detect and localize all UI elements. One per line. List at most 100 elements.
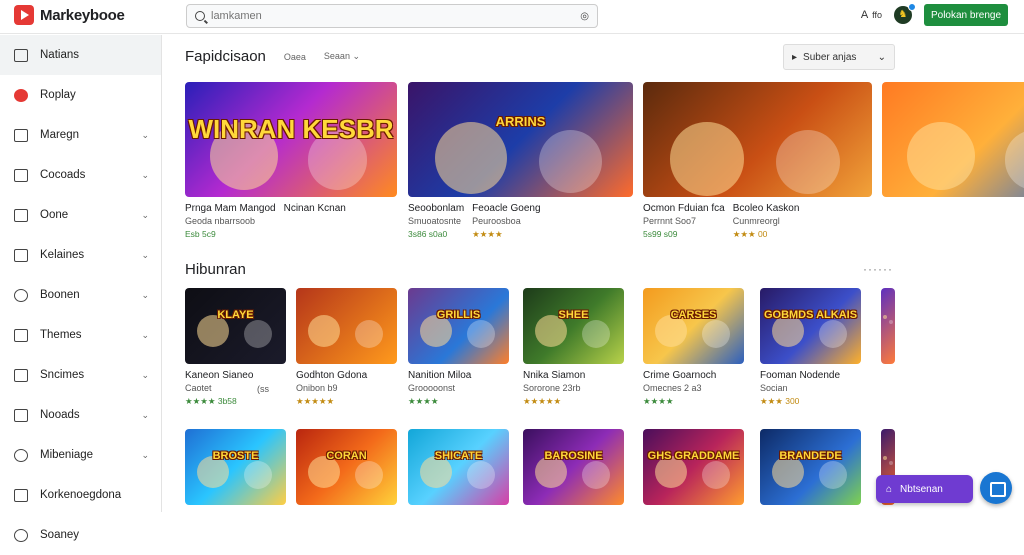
game-card[interactable]: BRANDEDE — [760, 429, 861, 505]
game-card[interactable]: BAROSINE — [523, 429, 624, 505]
list-icon — [14, 328, 28, 342]
sidebar-item[interactable]: Kelaines ⌄ — [0, 235, 161, 275]
character-figure — [1004, 130, 1024, 190]
chat-fab-icon[interactable] — [980, 472, 1012, 504]
promo-button[interactable]: ⌂ Nbtsenan — [876, 475, 973, 503]
game-title: Nnika Siamon — [523, 370, 586, 381]
game-rating: ★★★★ 3b58 — [185, 396, 237, 406]
game-thumbnail[interactable]: SHICATE — [408, 429, 509, 505]
sidebar-item[interactable]: Soaney — [0, 515, 161, 555]
character-figure — [701, 319, 730, 349]
chevron-down-icon: ⌄ — [141, 409, 149, 420]
sidebar-item[interactable]: Roplay — [0, 75, 161, 115]
game-card[interactable]: SHEE Nnika Siamon Sororone 23rb ★★★★★ — [523, 288, 624, 407]
search-bar[interactable]: ◎ — [186, 4, 598, 28]
search-input[interactable] — [211, 10, 575, 22]
game-publisher: Onibon b9 — [296, 383, 338, 393]
sidebar-item[interactable]: Nooads ⌄ — [0, 395, 161, 435]
game-thumbnail[interactable]: KLAYE — [185, 288, 286, 364]
game-thumbnail[interactable]: BAROSINE — [523, 429, 624, 505]
game-publisher: Perrnnt Soo7 — [643, 216, 697, 226]
sidebar-item[interactable]: Cocoads ⌄ — [0, 155, 161, 195]
sidebar: Natians Roplay Maregn ⌄ Cocoads ⌄ Oone ⌄ Kelaine… — [0, 35, 162, 542]
list-item: Bcoleo Kaskon Cunmreorgl ★★★ 00 — [733, 197, 800, 240]
install-button[interactable]: Polokan brenge — [924, 4, 1008, 26]
box-icon — [14, 208, 28, 222]
chevron-down-icon: ⌄ — [141, 169, 149, 180]
game-card[interactable] — [881, 288, 895, 364]
game-thumbnail[interactable] — [881, 288, 895, 364]
sidebar-item-label: Korkenoegdona — [40, 489, 122, 501]
game-art-title: WINRAN KESBR — [188, 114, 394, 145]
game-thumbnail[interactable]: CARSES — [643, 288, 744, 364]
avatar[interactable]: ♞ — [894, 3, 916, 24]
character-figure — [818, 319, 847, 349]
game-thumbnail[interactable]: CORAN — [296, 429, 397, 505]
game-thumbnail[interactable] — [882, 82, 1024, 197]
game-art-title: BROSTE — [212, 450, 259, 463]
language-selector[interactable]: A ffo — [861, 9, 882, 21]
game-rating: ★★★★★ — [523, 396, 562, 406]
game-thumbnail[interactable]: GHS GRADDAME — [643, 429, 744, 505]
game-thumbnail[interactable]: BRANDEDE — [760, 429, 861, 505]
edit-icon — [14, 488, 28, 502]
mic-icon[interactable]: ◎ — [580, 11, 589, 22]
game-card[interactable]: SHICATE — [408, 429, 509, 505]
promo-label: Nbtsenan — [900, 483, 943, 495]
game-thumbnail[interactable]: BROSTE — [185, 429, 286, 505]
sort-dropdown[interactable]: ▸ Suber anjas ⌄ — [783, 44, 895, 70]
game-publisher: Omecnes 2 a3 — [643, 383, 702, 393]
game-art-title: CORAN — [326, 450, 367, 463]
game-thumbnail[interactable] — [643, 82, 872, 197]
game-card[interactable]: GHS GRADDAME — [643, 429, 744, 505]
person-icon — [14, 288, 28, 302]
game-card[interactable]: KLAYE Kaneon Sianeo Caotet ★★★★ 3b58 (ss — [185, 288, 286, 407]
character-figure — [581, 460, 610, 490]
sort-label: Suber anjas — [803, 51, 857, 63]
game-thumbnail[interactable]: GRILLIS — [408, 288, 509, 364]
search-icon[interactable] — [195, 11, 205, 21]
game-thumbnail[interactable]: WINRAN KESBR — [185, 82, 397, 197]
character-figure — [243, 460, 272, 490]
game-thumbnail[interactable]: GOBMDS ALKAIS — [760, 288, 861, 364]
game-card[interactable]: GOBMDS ALKAIS Fooman Nodende Socian ★★★ 300 — [760, 288, 861, 407]
folder-icon — [14, 128, 28, 142]
sidebar-item[interactable]: Oone ⌄ — [0, 195, 161, 235]
character-figure — [907, 122, 976, 191]
filter-chip[interactable]: Oaea — [284, 52, 306, 62]
featured-card[interactable]: WINRAN KESBR Prnga Mam Mangod Geoda nbarrs… — [185, 82, 397, 239]
sidebar-item[interactable]: Mibeniage ⌄ — [0, 435, 161, 475]
filter-chip[interactable]: Seaan ⌄ — [324, 51, 360, 62]
featured-card[interactable]: Ocmon Fduian fca Perrnnt Soo7 5s99 s09 Bcol… — [643, 82, 872, 240]
character-figure — [889, 319, 894, 324]
sidebar-item[interactable]: Boonen ⌄ — [0, 275, 161, 315]
game-art-title: KLAYE — [217, 309, 254, 322]
game-thumbnail[interactable] — [296, 288, 397, 364]
game-publisher: Grooooonst — [408, 383, 456, 393]
featured-card[interactable]: ARRINS Seoobonlam Smuoatosnte 3s86 s0a0 Feoa… — [408, 82, 633, 240]
chevron-down-icon: ⌄ — [141, 129, 149, 140]
game-thumbnail[interactable]: ARRINS — [408, 82, 633, 197]
featured-card[interactable] — [882, 82, 1024, 197]
game-rating: ★★★★ — [472, 229, 503, 239]
game-card[interactable]: GRILLIS Nanition Miloa Grooooonst ★★★★ — [408, 288, 509, 407]
game-rating: 3s86 s0a0 — [408, 229, 448, 239]
more-icon[interactable]: ······ — [863, 262, 893, 276]
sidebar-item[interactable]: Sncimes ⌄ — [0, 355, 161, 395]
game-card[interactable]: CARSES Crime Goarnoch Omecnes 2 a3 ★★★★ — [643, 288, 744, 407]
game-card[interactable]: CORAN — [296, 429, 397, 505]
game-title: Feoacle Goeng — [472, 203, 541, 214]
sidebar-item[interactable]: Themes ⌄ — [0, 315, 161, 355]
sidebar-item[interactable]: Maregn ⌄ — [0, 115, 161, 155]
globe-icon — [14, 448, 28, 462]
grid-icon — [14, 408, 28, 422]
game-thumbnail[interactable]: SHEE — [523, 288, 624, 364]
sidebar-item[interactable]: Korkenoegdona — [0, 475, 161, 515]
sidebar-item-label: Soaney — [40, 529, 80, 541]
sidebar-item-label: Oone — [40, 209, 69, 221]
chevron-down-icon: ⌄ — [141, 449, 149, 460]
app-logo[interactable]: Markeybooe — [14, 5, 125, 25]
sidebar-item[interactable]: Natians — [0, 35, 161, 75]
game-card[interactable]: BROSTE — [185, 429, 286, 505]
game-card[interactable]: Godhton Gdona Onibon b9 ★★★★★ — [296, 288, 397, 407]
